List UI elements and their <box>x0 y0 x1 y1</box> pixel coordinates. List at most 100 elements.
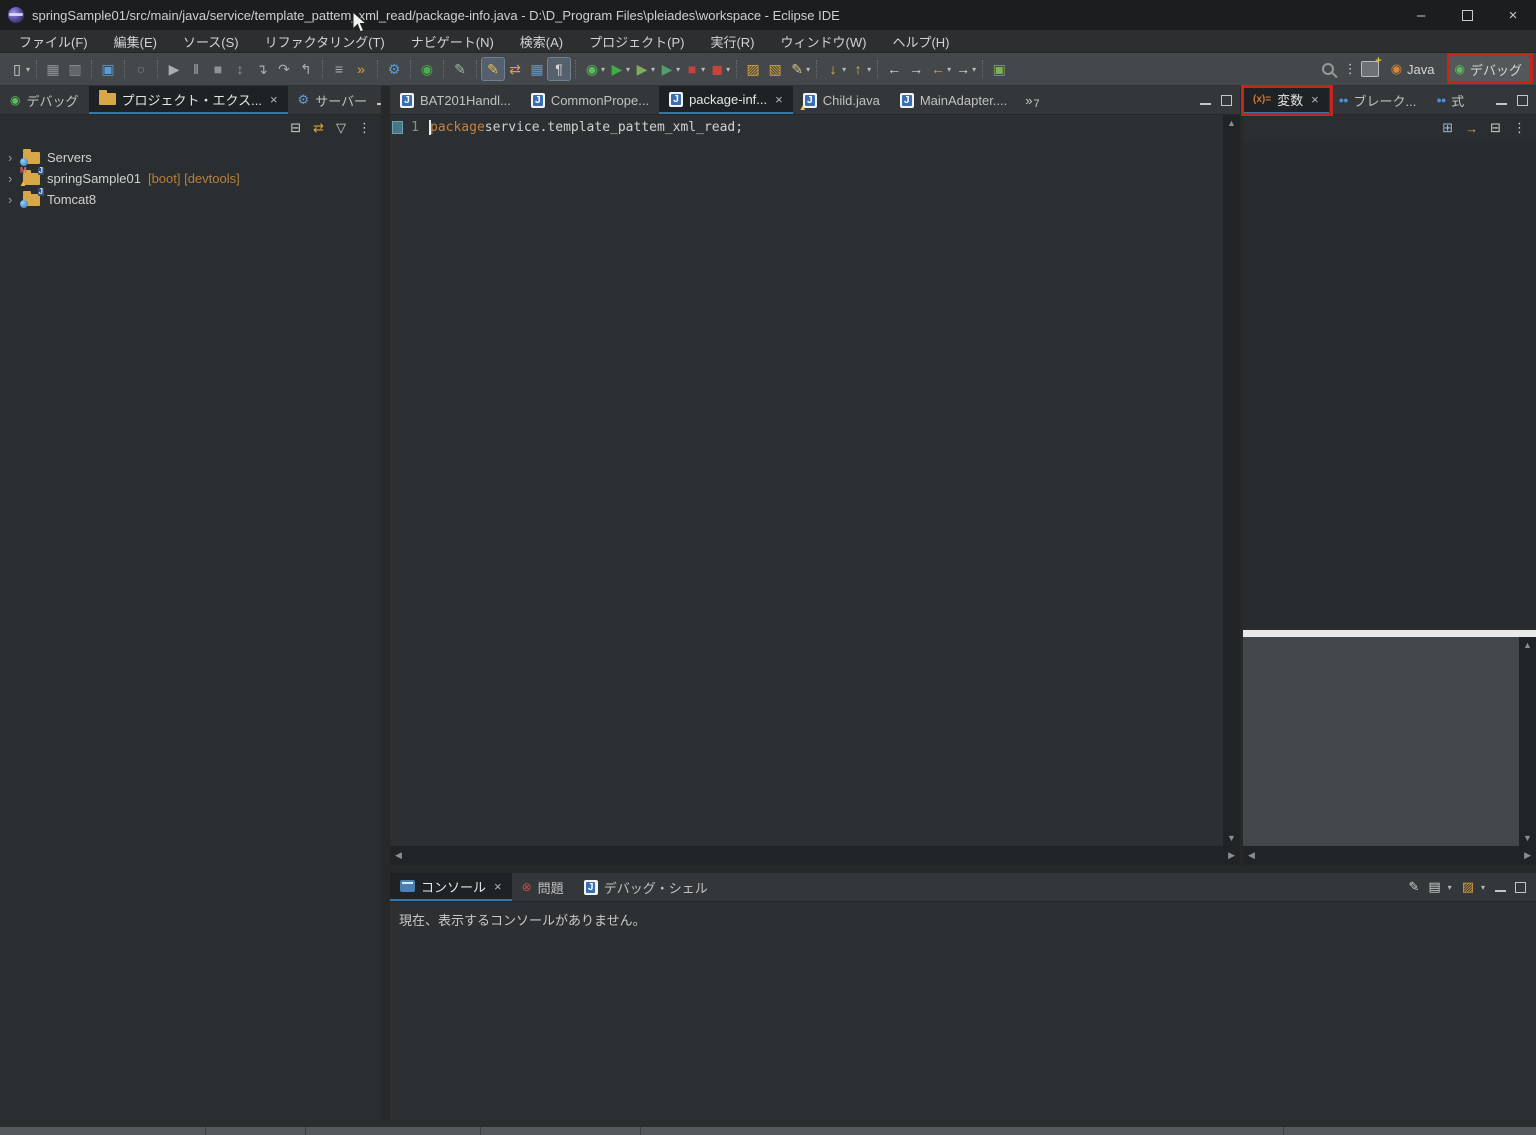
dropdown-caret[interactable]: ▾ <box>1448 883 1452 892</box>
link-pages-icon[interactable]: ⇄ <box>504 58 526 80</box>
variables-detail-pane[interactable] <box>1243 637 1519 846</box>
show-selected-element-icon[interactable]: ▦ <box>526 58 548 80</box>
editor-horizontal-scrollbar[interactable]: ◀ ▶ <box>390 846 1240 865</box>
maximize-view-icon[interactable] <box>1517 95 1528 106</box>
scroll-right-icon[interactable]: ▶ <box>1228 847 1235 864</box>
smart-insert-icon[interactable]: ✎ <box>449 58 471 80</box>
open-resource-icon[interactable]: ▧ <box>764 58 786 80</box>
save-icon[interactable]: ▦ <box>42 58 64 80</box>
open-console-icon[interactable]: ▨ <box>1462 879 1474 895</box>
settings-gear-icon[interactable]: ⚙ <box>383 58 405 80</box>
editor-tab-child-java[interactable]: ▲ Child.java <box>793 86 890 114</box>
editor-tab-bat201handl[interactable]: BAT201Handl... <box>390 86 521 114</box>
editor-tab-commonprope[interactable]: CommonPrope... <box>521 86 659 114</box>
close-icon[interactable]: × <box>494 879 502 894</box>
close-button[interactable]: × <box>1490 0 1536 30</box>
toolbar-overflow-dots[interactable]: ⋮ <box>1344 61 1357 77</box>
filter-icon[interactable]: ▽ <box>336 120 346 136</box>
tab-debug-shell-view[interactable]: デバッグ・シェル <box>574 873 718 901</box>
perspective-debug-button[interactable]: ◉ デバッグ <box>1447 56 1531 83</box>
back-history-icon[interactable]: ← <box>883 58 905 80</box>
minimize-view-icon[interactable] <box>1496 96 1507 105</box>
dropdown-caret[interactable]: ▾ <box>651 65 655 74</box>
editor-tab-package-info[interactable]: package-inf... × <box>659 86 793 114</box>
menu-file[interactable]: ファイル(F) <box>6 32 101 51</box>
editor-tab-mainadapter[interactable]: MainAdapter.... <box>890 86 1017 114</box>
collapse-all-icon[interactable]: ⊟ <box>290 120 301 136</box>
pin-console-icon[interactable]: ✎ <box>1408 879 1419 895</box>
close-icon[interactable]: × <box>270 92 278 107</box>
dropdown-caret[interactable]: ▾ <box>676 65 680 74</box>
use-step-filters-icon[interactable]: » <box>350 58 372 80</box>
minimize-view-icon[interactable] <box>1200 96 1211 105</box>
back-yellow-icon[interactable]: ← <box>927 58 949 80</box>
show-detail-pane-icon[interactable]: → <box>1465 121 1478 136</box>
menu-source[interactable]: ソース(S) <box>170 32 252 51</box>
show-logical-structure-icon[interactable]: ⊞ <box>1442 120 1453 136</box>
search-disabled-icon[interactable]: ○ <box>130 58 152 80</box>
display-console-icon[interactable]: ▤ <box>1428 879 1440 895</box>
maximize-button[interactable] <box>1444 0 1490 30</box>
tab-servers-view[interactable]: ⚙ サーバー <box>288 86 378 114</box>
scroll-left-icon[interactable]: ◀ <box>1248 847 1255 864</box>
search-icon[interactable] <box>1322 63 1334 75</box>
scroll-left-icon[interactable]: ◀ <box>395 847 402 864</box>
forward-history-icon[interactable]: → <box>905 58 927 80</box>
menu-search[interactable]: 検索(A) <box>507 32 576 51</box>
tab-problems-view[interactable]: ⊗ 問題 <box>512 873 574 901</box>
detail-horizontal-scrollbar[interactable]: ◀ ▶ <box>1243 846 1536 865</box>
dropdown-caret[interactable]: ▾ <box>842 65 846 74</box>
dropdown-caret[interactable]: ▾ <box>947 65 951 74</box>
expander-icon[interactable]: › <box>8 150 16 165</box>
expander-icon[interactable]: › <box>8 171 16 186</box>
scroll-down-icon[interactable]: ▼ <box>1523 830 1532 846</box>
tab-debug-view[interactable]: ◉ デバッグ <box>0 86 89 114</box>
menu-help[interactable]: ヘルプ(H) <box>879 32 962 51</box>
coverage-run-icon[interactable]: ▶ <box>631 58 653 80</box>
tab-console-view[interactable]: コンソール × <box>390 873 512 901</box>
collapse-all-icon[interactable]: ⊟ <box>1490 120 1501 136</box>
forward-icon[interactable]: → <box>952 58 974 80</box>
view-menu-icon[interactable]: ⋮ <box>358 120 371 136</box>
menu-navigate[interactable]: ナビゲート(N) <box>398 32 507 51</box>
drop-to-frame-icon[interactable]: ≡ <box>328 58 350 80</box>
open-task-icon[interactable]: ▣ <box>988 58 1010 80</box>
go-to-last-edit-icon[interactable]: ↑ <box>847 58 869 80</box>
save-all-icon[interactable]: ▥ <box>64 58 86 80</box>
step-return-icon[interactable]: ↰ <box>295 58 317 80</box>
debug-launch-icon[interactable]: ◉ <box>581 58 603 80</box>
view-menu-icon[interactable]: ⋮ <box>1513 120 1526 136</box>
editor-vertical-scrollbar[interactable]: ▲ ▼ <box>1223 115 1240 846</box>
dropdown-caret[interactable]: ▾ <box>1481 883 1485 892</box>
minimize-view-icon[interactable] <box>1495 883 1506 892</box>
tab-project-explorer[interactable]: プロジェクト・エクス... × <box>89 86 288 114</box>
variables-tree-area[interactable] <box>1243 141 1536 630</box>
close-icon[interactable]: × <box>1311 92 1319 107</box>
maximize-view-icon[interactable] <box>1221 95 1232 106</box>
dropdown-caret[interactable]: ▾ <box>26 65 30 74</box>
dropdown-caret[interactable]: ▾ <box>972 65 976 74</box>
detail-vertical-scrollbar[interactable]: ▲ ▼ <box>1519 637 1536 846</box>
tree-item-tomcat8[interactable]: › J Tomcat8 <box>0 189 381 210</box>
menu-project[interactable]: プロジェクト(P) <box>576 32 697 51</box>
dropdown-caret[interactable]: ▾ <box>867 65 871 74</box>
detail-pane-sash[interactable] <box>1243 630 1536 637</box>
disconnect-icon[interactable]: ↕ <box>229 58 251 80</box>
dropdown-caret[interactable]: ▾ <box>806 65 810 74</box>
profile-run-icon[interactable]: ▶ <box>656 58 678 80</box>
run-icon[interactable]: ▶ <box>606 58 628 80</box>
resume-icon[interactable]: ▶ <box>163 58 185 80</box>
step-over-icon[interactable]: ↷ <box>273 58 295 80</box>
perspective-java-button[interactable]: ◉ Java <box>1383 57 1443 81</box>
suspend-icon[interactable]: ‖ <box>185 58 207 80</box>
vertical-sash[interactable] <box>381 86 390 1120</box>
dropdown-caret[interactable]: ▾ <box>701 65 705 74</box>
tab-variables-view[interactable]: (x)= 変数 × <box>1243 86 1329 114</box>
dropdown-caret[interactable]: ▾ <box>626 65 630 74</box>
last-edit-location-icon[interactable]: ↓ <box>822 58 844 80</box>
maximize-view-icon[interactable] <box>1515 882 1526 893</box>
close-icon[interactable]: × <box>775 92 783 107</box>
new-wizard-icon[interactable]: ▯ <box>6 58 28 80</box>
code-editor[interactable]: 1 package service.template_pattem_xml_re… <box>390 115 1223 846</box>
scroll-down-icon[interactable]: ▼ <box>1227 830 1236 846</box>
